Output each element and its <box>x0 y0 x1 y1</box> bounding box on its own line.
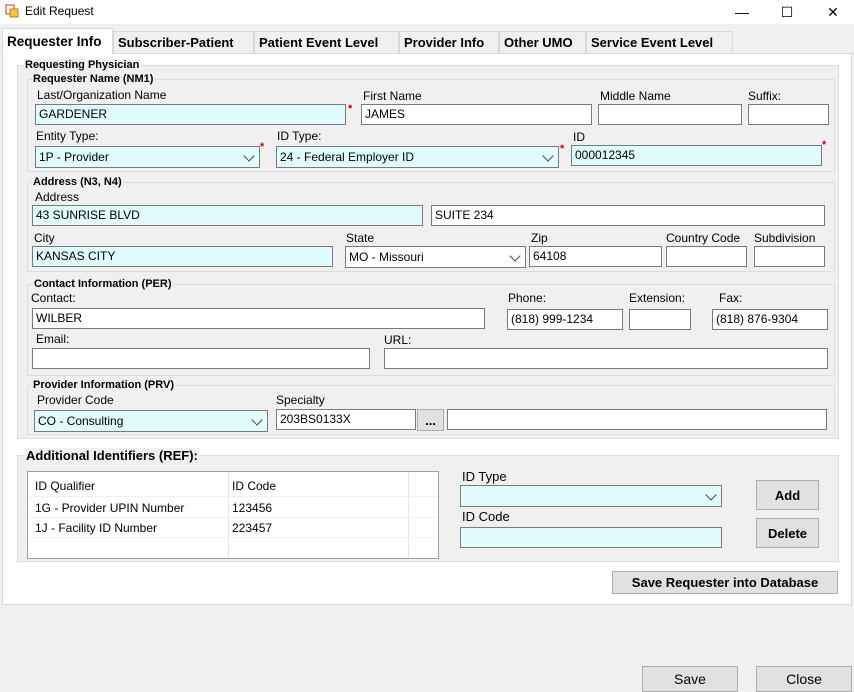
specialty-description-input[interactable] <box>447 409 827 430</box>
last-name-required-mark: * <box>348 103 353 115</box>
entity-type-select[interactable]: 1P - Provider <box>35 146 260 168</box>
chevron-down-icon <box>251 414 263 426</box>
fax-input[interactable]: (818) 876-9304 <box>712 309 828 330</box>
last-name-label: Last/Organization Name <box>37 88 167 102</box>
id-input[interactable]: 000012345 <box>571 145 822 166</box>
tab-service-event-level[interactable]: Service Event Level <box>586 31 733 53</box>
specialty-browse-button[interactable]: ... <box>417 409 444 431</box>
city-input[interactable]: KANSAS CITY <box>32 246 333 267</box>
delete-identifier-button[interactable]: Delete <box>756 518 819 548</box>
column-header-id-code[interactable]: ID Code <box>232 479 276 493</box>
state-value: MO - Missouri <box>349 250 424 264</box>
first-name-input[interactable]: JAMES <box>361 104 592 125</box>
tab-other-umo[interactable]: Other UMO <box>499 31 586 53</box>
extension-input[interactable] <box>629 309 691 330</box>
provider-code-select[interactable]: CO - Consulting <box>34 410 268 432</box>
table-row[interactable]: 1J - Facility ID Number 223457 <box>28 517 438 537</box>
id-required-mark: * <box>822 139 827 151</box>
add-identifier-button[interactable]: Add <box>756 480 819 510</box>
app-icon <box>5 4 19 18</box>
row-id-qualifier: 1G - Provider UPIN Number <box>35 501 185 515</box>
row-divider <box>28 537 438 538</box>
entity-type-required-mark: * <box>260 141 265 153</box>
state-label: State <box>346 231 375 245</box>
row-id-code: 123456 <box>232 501 273 515</box>
middle-name-label: Middle Name <box>600 89 671 103</box>
country-code-label: Country Code <box>666 231 741 245</box>
state-select[interactable]: MO - Missouri <box>345 246 526 268</box>
url-input[interactable] <box>384 348 828 369</box>
contact-title: Contact Information (PER) <box>33 278 173 290</box>
ref-id-code-label: ID Code <box>462 509 510 524</box>
row-id-qualifier: 1J - Facility ID Number <box>35 521 158 535</box>
tab-provider-info[interactable]: Provider Info <box>399 31 499 53</box>
provider-code-label: Provider Code <box>37 393 114 407</box>
zip-label: Zip <box>531 231 548 245</box>
entity-type-label: Entity Type: <box>36 129 99 143</box>
ref-id-code-input[interactable] <box>460 527 722 548</box>
tab-subscriber-patient[interactable]: Subscriber-Patient <box>113 31 254 53</box>
tab-patient-event-level[interactable]: Patient Event Level <box>254 31 399 53</box>
specialty-label: Specialty <box>276 393 325 407</box>
requesting-physician-title: Requesting Physician <box>24 59 141 71</box>
id-type-value: 24 - Federal Employer ID <box>280 150 415 164</box>
contact-label: Contact: <box>31 291 76 305</box>
address-label: Address <box>35 190 80 204</box>
address-title: Address (N3, N4) <box>32 176 123 188</box>
chevron-down-icon <box>509 250 521 262</box>
window-title: Edit Request <box>25 4 94 18</box>
chevron-down-icon <box>705 489 717 501</box>
id-type-select[interactable]: 24 - Federal Employer ID <box>276 146 559 168</box>
subdivision-label: Subdivision <box>754 231 816 245</box>
suffix-input[interactable] <box>748 104 829 125</box>
extension-label: Extension: <box>629 291 686 305</box>
row-id-code: 223457 <box>232 521 273 535</box>
table-row[interactable]: 1G - Provider UPIN Number 123456 <box>28 497 438 517</box>
identifiers-grid[interactable]: ID Qualifier ID Code 1G - Provider UPIN … <box>27 471 439 559</box>
close-window-button[interactable]: ✕ <box>810 0 854 24</box>
first-name-label: First Name <box>363 89 422 103</box>
country-code-input[interactable] <box>666 246 747 267</box>
id-type-required-mark: * <box>560 143 565 155</box>
maximize-button[interactable]: ☐ <box>764 0 810 24</box>
chevron-down-icon <box>542 150 554 162</box>
ref-id-type-label: ID Type <box>462 469 507 484</box>
provider-info-title: Provider Information (PRV) <box>32 379 175 391</box>
contact-input[interactable]: WILBER <box>32 308 485 329</box>
ref-id-type-select[interactable] <box>460 485 722 507</box>
provider-code-value: CO - Consulting <box>38 414 124 428</box>
subdivision-input[interactable] <box>754 246 825 267</box>
zip-input[interactable]: 64108 <box>529 246 662 267</box>
address-line2-input[interactable]: SUITE 234 <box>431 205 825 226</box>
email-input[interactable] <box>32 348 370 369</box>
chevron-down-icon <box>243 150 255 162</box>
phone-input[interactable]: (818) 999-1234 <box>507 309 623 330</box>
email-label: Email: <box>36 332 70 346</box>
column-header-id-qualifier[interactable]: ID Qualifier <box>35 479 95 493</box>
requester-name-title: Requester Name (NM1) <box>32 73 155 85</box>
suffix-label: Suffix: <box>748 89 782 103</box>
id-label: ID <box>573 130 585 144</box>
fax-label: Fax: <box>719 291 743 305</box>
city-label: City <box>34 231 55 245</box>
url-label: URL: <box>384 333 412 347</box>
minimize-button[interactable]: — <box>719 0 765 24</box>
middle-name-input[interactable] <box>598 104 742 125</box>
additional-identifiers-title: Additional Identifiers (REF): <box>24 448 200 463</box>
specialty-input[interactable]: 203BS0133X <box>276 409 416 430</box>
address-line1-input[interactable]: 43 SUNRISE BLVD <box>32 205 423 226</box>
phone-label: Phone: <box>508 291 547 305</box>
last-name-input[interactable]: GARDENER <box>35 104 346 125</box>
entity-type-value: 1P - Provider <box>39 150 109 164</box>
id-type-label: ID Type: <box>277 129 322 143</box>
close-button[interactable]: Close <box>756 666 852 692</box>
save-button[interactable]: Save <box>642 666 738 692</box>
save-requester-button[interactable]: Save Requester into Database <box>612 571 838 594</box>
tab-requester-info[interactable]: Requester Info <box>2 28 113 54</box>
